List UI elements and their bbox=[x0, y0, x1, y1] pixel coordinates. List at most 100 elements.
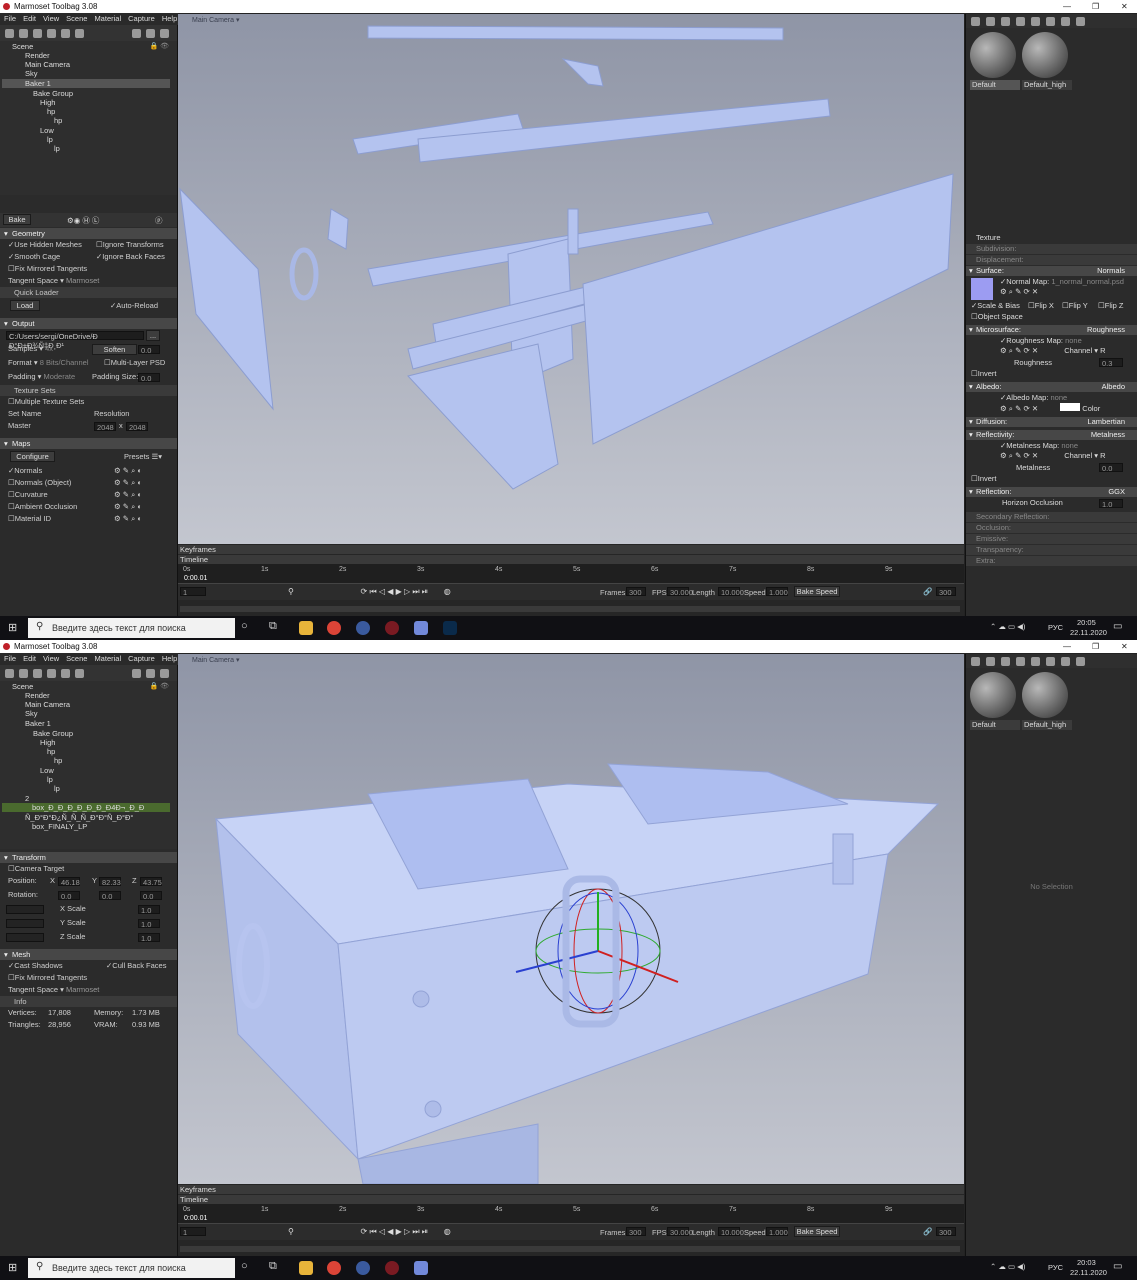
taskbar-search[interactable]: Введите здесь текст для поиска bbox=[28, 1258, 235, 1278]
material-folder-icon[interactable] bbox=[1016, 16, 1025, 26]
normal-map-file[interactable]: 1_normal_normal.psd bbox=[1051, 277, 1124, 286]
length-field[interactable]: 10.000 bbox=[718, 1227, 744, 1237]
section-transform[interactable]: Transform bbox=[0, 852, 177, 863]
clock-date[interactable]: 22.11.2020 bbox=[1070, 1268, 1107, 1277]
x-scale-row[interactable]: X Scale 1.0 bbox=[0, 903, 177, 917]
map-tools-icon[interactable]: ⚙ ✎ ⌕ ◐ bbox=[114, 477, 142, 489]
add-object-icon[interactable] bbox=[5, 28, 14, 38]
speed-field[interactable]: 1.000 bbox=[766, 587, 788, 597]
length-field[interactable]: 10.000 bbox=[718, 587, 744, 597]
reflection-section[interactable]: Reflection: GGX bbox=[966, 487, 1137, 497]
padding-size-field[interactable]: 0.0 bbox=[138, 373, 160, 383]
metalness-map-row[interactable]: ✓Metalness Map: none ⚙ ⌕ ✎ ⟳ ✕ Channel ▾ … bbox=[966, 440, 1137, 462]
tree-item[interactable]: 2 bbox=[25, 794, 29, 803]
menu-file[interactable]: File bbox=[4, 653, 16, 665]
tangent-space-row[interactable]: Tangent Space ▾ Marmoset bbox=[0, 984, 177, 996]
ignore-back-label[interactable]: Ignore Back Faces bbox=[102, 252, 165, 261]
playback-buttons-icon[interactable]: ⚲ ⟳ ⏮ ◁ ◀ ▶ ▷ ⏭ ⏯ ◍ bbox=[288, 587, 451, 597]
metalness-map-file[interactable]: none bbox=[1061, 441, 1078, 450]
add-sky-icon[interactable] bbox=[47, 28, 56, 38]
soften-field[interactable]: 0.0 bbox=[138, 345, 160, 355]
smooth-cage-checkbox[interactable]: ✓Smooth Cage ✓Ignore Back Faces bbox=[0, 251, 177, 263]
discord-icon[interactable] bbox=[414, 1261, 428, 1275]
auto-reload-label[interactable]: Auto-Reload bbox=[116, 301, 158, 310]
normal-map-row[interactable]: ✓Normal Map: 1_normal_normal.psd ⚙ ⌕ ✎ ⟳ … bbox=[966, 276, 1137, 300]
section-quick-loader[interactable]: Quick Loader bbox=[0, 287, 177, 298]
browse-button[interactable]: ... bbox=[146, 330, 160, 341]
marmoset-taskbar-icon[interactable] bbox=[385, 1261, 399, 1275]
tree-item[interactable]: Render bbox=[25, 691, 50, 700]
menu-material[interactable]: Material bbox=[94, 653, 121, 665]
end-frame-field[interactable]: 300 bbox=[936, 1227, 956, 1237]
material-delete-icon[interactable] bbox=[1031, 16, 1040, 26]
timeline-ruler[interactable]: 0s 1s 2s 3s 4s 5s 6s 7s 8s 9s 0:00.01 bbox=[178, 564, 964, 584]
menu-view[interactable]: View bbox=[43, 653, 59, 665]
delete-icon[interactable] bbox=[160, 28, 169, 38]
diffusion-section[interactable]: Diffusion: Lambertian bbox=[966, 417, 1137, 427]
cortana-icon[interactable]: ○ bbox=[241, 1260, 248, 1272]
visibility-eye-icon[interactable]: 🔒 👁 bbox=[149, 682, 169, 690]
tree-item[interactable]: lp bbox=[47, 775, 53, 784]
file-explorer-icon[interactable] bbox=[299, 621, 313, 635]
task-view-icon[interactable]: ⧉ bbox=[269, 1260, 277, 1273]
reflection-value[interactable]: GGX bbox=[1108, 487, 1125, 497]
microsurface-value[interactable]: Roughness bbox=[1087, 325, 1125, 335]
y-scale-field[interactable]: 1.0 bbox=[138, 919, 160, 929]
fix-mirrored-checkbox[interactable]: ☐Fix Mirrored Tangents bbox=[0, 263, 177, 275]
timeline-bar[interactable]: Timeline bbox=[178, 555, 964, 564]
bake-button[interactable]: Bake bbox=[3, 214, 31, 225]
add-baker-icon[interactable] bbox=[75, 28, 84, 38]
folder-icon[interactable] bbox=[132, 28, 141, 38]
object-space-row[interactable]: ☐Object Space bbox=[966, 311, 1137, 322]
menu-scene[interactable]: Scene bbox=[66, 13, 87, 25]
camera-target-checkbox[interactable]: ☐Camera Target bbox=[0, 863, 177, 875]
horizon-field[interactable]: 1.0 bbox=[1099, 499, 1123, 509]
map-tools-icon[interactable]: ⚙ ✎ ⌕ ◐ bbox=[114, 513, 142, 525]
discord-icon[interactable] bbox=[414, 621, 428, 635]
close-icon[interactable]: ✕ bbox=[1121, 640, 1128, 653]
flip-y-label[interactable]: Flip Y bbox=[1069, 301, 1088, 310]
map-tools-icon[interactable]: ⚙ ✎ ⌕ ◐ bbox=[114, 465, 142, 477]
tangent-space-row[interactable]: Tangent Space ▾ Marmoset bbox=[0, 275, 177, 287]
microsurface-section[interactable]: Microsurface: Roughness bbox=[966, 325, 1137, 335]
metal-invert-row[interactable]: ☐Invert bbox=[966, 473, 1137, 484]
position-z-field[interactable]: 43.75 bbox=[140, 877, 162, 887]
tree-item[interactable]: Bake Group bbox=[33, 729, 73, 738]
frame-field[interactable]: 1 bbox=[180, 587, 206, 597]
photoshop-icon[interactable] bbox=[443, 621, 457, 635]
app-icon[interactable] bbox=[356, 1261, 370, 1275]
keyframes-bar[interactable]: Keyframes bbox=[178, 545, 964, 554]
cast-shadows-checkbox[interactable]: ✓Cast Shadows ✓Cull Back Faces bbox=[0, 960, 177, 972]
app-icon[interactable] bbox=[356, 621, 370, 635]
section-output[interactable]: Output bbox=[0, 318, 177, 329]
delete-icon[interactable] bbox=[160, 668, 169, 678]
flip-x-label[interactable]: Flip X bbox=[1035, 301, 1054, 310]
format-value[interactable]: 8 Bits/Channel bbox=[40, 358, 89, 367]
bake-speed-button[interactable]: Bake Speed bbox=[794, 586, 840, 597]
material-delete-icon[interactable] bbox=[1031, 656, 1040, 666]
tree-item[interactable]: Low bbox=[40, 766, 54, 775]
x-scale-field[interactable]: 1.0 bbox=[138, 905, 160, 915]
duplicate-material-icon[interactable] bbox=[986, 16, 995, 26]
timeline-ruler[interactable]: 0s 1s 2s 3s 4s 5s 6s 7s 8s 9s 0:00.01 bbox=[178, 1204, 964, 1224]
tree-item[interactable]: box_FINALY_LP bbox=[32, 822, 87, 831]
material-settings-icon[interactable] bbox=[1061, 656, 1070, 666]
res-height-field[interactable]: 2048 bbox=[126, 422, 148, 432]
scale-bias-row[interactable]: ✓Scale & Bias ☐Flip X ☐Flip Y ☐Flip Z bbox=[966, 300, 1137, 311]
albedo-color-swatch[interactable] bbox=[1060, 403, 1081, 411]
language-indicator[interactable]: РУС bbox=[1048, 623, 1063, 632]
add-shape-icon[interactable] bbox=[61, 668, 70, 678]
language-indicator[interactable]: РУС bbox=[1048, 1263, 1063, 1272]
duplicate-material-icon[interactable] bbox=[986, 656, 995, 666]
albedo-map-tools-icon[interactable]: ⚙ ⌕ ✎ ⟳ ✕ Color bbox=[1000, 403, 1137, 414]
map-ao[interactable]: ☐Ambient Occlusion ⚙ ✎ ⌕ ◐ bbox=[0, 501, 177, 513]
tree-item[interactable]: lp bbox=[47, 135, 53, 144]
add-object-icon[interactable] bbox=[5, 668, 14, 678]
frames-field[interactable]: 300 bbox=[626, 1227, 646, 1237]
channel-value[interactable]: R bbox=[1100, 451, 1105, 460]
texture-section[interactable]: Texture bbox=[966, 232, 1137, 243]
bake-speed-button[interactable]: Bake Speed bbox=[794, 1226, 840, 1237]
tangent-space-value[interactable]: Marmoset bbox=[66, 276, 99, 285]
tree-item[interactable]: hp bbox=[47, 747, 55, 756]
z-scale-field[interactable]: 1.0 bbox=[138, 933, 160, 943]
